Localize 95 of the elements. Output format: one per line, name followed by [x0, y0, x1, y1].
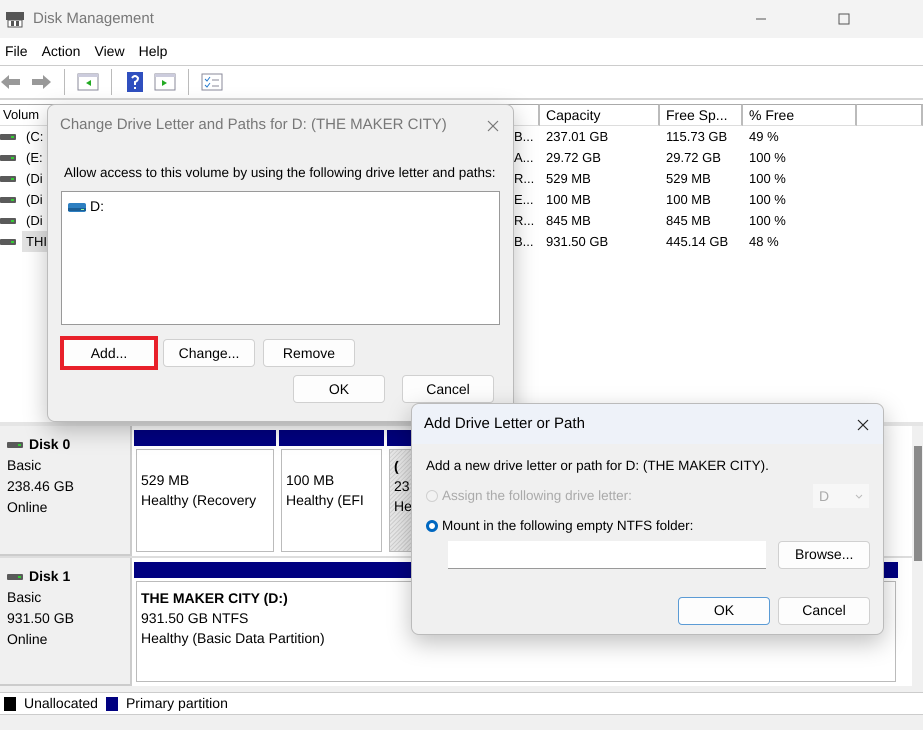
table-cell: 100 %	[749, 192, 786, 207]
menu-item[interactable]: View	[87, 41, 132, 62]
dialog-prompt: Allow access to this volume by using the following drive letter and paths:	[63, 164, 496, 182]
partition-info: Healthy (EFI	[286, 491, 364, 510]
table-cell: 845 MB	[666, 213, 711, 228]
table-cell: 100 %	[749, 213, 786, 228]
drive-icon	[0, 216, 18, 226]
dialog-title: Change Drive Letter and Paths for D: (THE MAKER CITY)	[60, 114, 447, 135]
legend-label: Primary partition	[126, 694, 228, 713]
partition-info: He	[394, 497, 412, 516]
partition-info: 931.50 GB NTFS	[141, 609, 248, 628]
disk-status: Online	[7, 630, 48, 649]
option-label[interactable]: Mount in the following empty NTFS folder:	[442, 516, 694, 536]
scrollbar-thumb[interactable]	[914, 446, 922, 561]
menu-item[interactable]: Help	[132, 41, 174, 62]
maximize-icon	[838, 12, 850, 25]
browse-button[interactable]: Browse...	[778, 540, 870, 568]
radio-button[interactable]	[426, 520, 438, 532]
dialog-button[interactable]: Add...	[63, 339, 155, 368]
folder-path-field[interactable]	[448, 540, 766, 568]
partition-info: Healthy (Basic Data Partition)	[141, 629, 325, 648]
drive-icon	[0, 194, 18, 204]
panel-icon[interactable]	[77, 72, 99, 92]
table-cell: B...	[514, 129, 534, 144]
disk-size: 238.46 GB	[7, 477, 75, 496]
partition-title: (	[394, 457, 399, 476]
disk-type: Basic	[7, 456, 42, 475]
table-cell: R...	[514, 213, 534, 228]
table-cell: 931.50 GB	[546, 234, 608, 249]
table-cell[interactable]: (Di	[22, 189, 47, 210]
column-header[interactable]: Capacity	[540, 104, 660, 126]
dialog-button[interactable]: Change...	[163, 339, 255, 368]
caret-icon	[855, 494, 863, 499]
table-cell: E...	[514, 192, 534, 207]
menu-item[interactable]: File	[0, 41, 35, 62]
table-cell: 237.01 GB	[546, 129, 608, 144]
path-list[interactable]: D:	[61, 191, 500, 326]
partition-info: 100 MB	[286, 471, 334, 490]
table-cell: 529 MB	[546, 171, 591, 186]
disk-size: 931.50 GB	[7, 609, 75, 628]
table-cell: 48 %	[749, 234, 779, 249]
list-item[interactable]: D:	[90, 196, 104, 218]
table-cell: R...	[514, 171, 534, 186]
panel-icon[interactable]	[154, 72, 176, 92]
partition-info: 23	[394, 477, 410, 496]
table-cell[interactable]: (E:	[22, 147, 47, 168]
table-cell: 49 %	[749, 129, 779, 144]
drive-icon	[0, 236, 18, 246]
table-cell: 29.72 GB	[666, 150, 721, 165]
disk-status: Online	[7, 498, 48, 517]
table-cell: 445.14 GB	[666, 234, 728, 249]
dialog-button[interactable]: OK	[293, 375, 385, 404]
window-title: Disk Management	[33, 8, 154, 29]
table-cell: A...	[514, 150, 534, 165]
partition-info: 529 MB	[141, 471, 190, 490]
checklist-icon[interactable]	[201, 72, 223, 92]
dialog-prompt: Add a new drive letter or path for D: (THE MAKER CITY).	[425, 457, 770, 475]
legend-label: Unallocated	[24, 694, 98, 713]
drive-icon	[68, 202, 86, 212]
table-cell: 115.73 GB	[666, 129, 728, 144]
table-cell[interactable]: (Di	[22, 168, 47, 189]
dialog-button[interactable]: OK	[678, 596, 770, 624]
drive-icon	[0, 152, 18, 162]
table-cell: 100 MB	[546, 192, 591, 207]
close-icon[interactable]	[857, 418, 869, 431]
table-cell: 29.72 GB	[546, 150, 601, 165]
table-cell: 845 MB	[546, 213, 591, 228]
app-icon	[5, 10, 25, 28]
table-cell: 100 %	[749, 150, 786, 165]
partition-block[interactable]: 529 MB Healthy (Recovery	[136, 449, 274, 552]
back-icon[interactable]	[0, 72, 22, 92]
table-cell: B...	[514, 234, 534, 249]
table-cell: 100 %	[749, 171, 786, 186]
dialog-title: Add Drive Letter or Path	[424, 414, 585, 434]
column-header[interactable]: % Free	[743, 104, 857, 126]
menu-item[interactable]: Action	[34, 41, 88, 62]
table-cell[interactable]: (C:	[22, 126, 48, 147]
partition-title: THE MAKER CITY (D:)	[141, 589, 288, 608]
table-cell: 100 MB	[666, 192, 711, 207]
table-cell[interactable]: (Di	[22, 210, 47, 231]
drive-icon	[0, 174, 18, 184]
help-icon[interactable]	[124, 72, 146, 92]
disk-name: Disk 0	[29, 435, 70, 454]
table-cell: 529 MB	[666, 171, 711, 186]
dialog-button[interactable]: Remove	[263, 339, 355, 368]
drive-icon	[0, 132, 18, 142]
column-header[interactable]	[857, 104, 923, 126]
dialog-button[interactable]: Cancel	[402, 375, 494, 404]
column-header[interactable]: Free Sp...	[660, 104, 743, 126]
partition-info: Healthy (Recovery	[141, 491, 256, 510]
disk-name: Disk 1	[29, 567, 70, 586]
partition-block[interactable]: 100 MB Healthy (EFI	[281, 449, 382, 552]
forward-icon[interactable]	[30, 72, 52, 92]
disk-type: Basic	[7, 588, 42, 607]
dialog-button[interactable]: Cancel	[778, 596, 870, 624]
